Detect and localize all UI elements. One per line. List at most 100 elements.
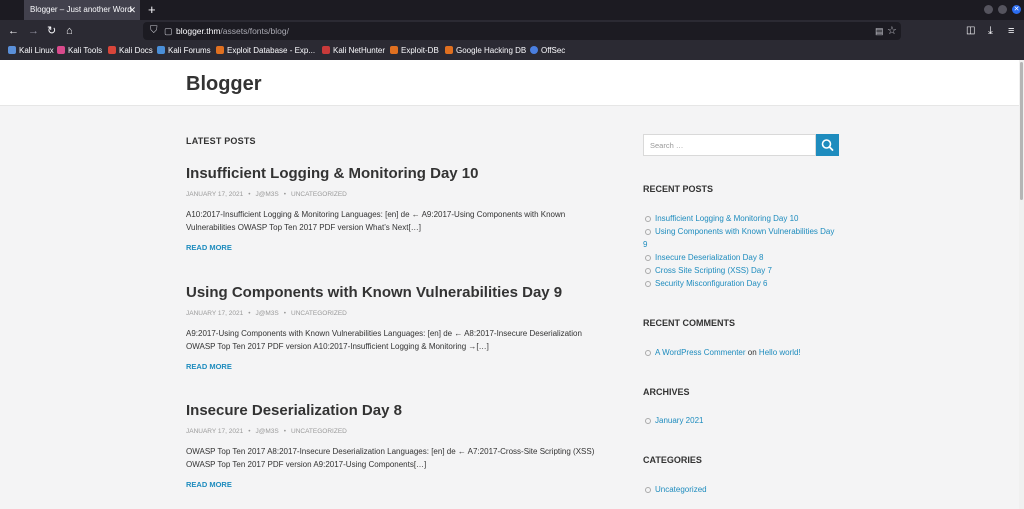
post-meta: JANUARY 17, 2021 • J@M3S • UNCATEGORIZED — [186, 191, 347, 198]
forward-arrow-icon[interactable]: → — [28, 23, 39, 39]
archives-title: ARCHIVES — [643, 387, 690, 397]
site-header: Blogger — [0, 60, 1024, 106]
new-tab-icon[interactable]: + — [148, 2, 156, 18]
post-category[interactable]: UNCATEGORIZED — [291, 428, 347, 435]
recent-post-link[interactable]: Cross Site Scripting (XSS) Day 7 — [643, 264, 839, 277]
recent-posts-title: RECENT POSTS — [643, 184, 714, 194]
back-arrow-icon[interactable]: ← — [8, 23, 19, 39]
bookmark-kali-linux[interactable]: Kali Linux — [8, 42, 54, 60]
comment-author-link[interactable]: A WordPress Commenter — [655, 348, 746, 357]
bookmark-kali-docs[interactable]: Kali Docs — [108, 42, 153, 60]
read-more-link[interactable]: READ MORE — [186, 479, 616, 491]
post-title[interactable]: Insufficient Logging & Monitoring Day 10 — [186, 164, 616, 184]
home-icon[interactable]: ⌂ — [66, 23, 73, 39]
recent-post-link[interactable]: Using Components with Known Vulnerabilit… — [643, 225, 839, 251]
post-date[interactable]: JANUARY 17, 2021 — [186, 428, 243, 435]
url-bar[interactable]: ⛉ ▢ blogger.thm/assets/fonts/blog/ ▤ ☆ — [143, 22, 901, 40]
url-path: /assets/fonts/blog/ — [220, 26, 289, 36]
bookmark-label: Kali NetHunter — [333, 46, 386, 55]
bookmark-label: OffSec — [541, 46, 566, 55]
bookmark-label: Kali Linux — [19, 46, 54, 55]
bookmark-exploit-database[interactable]: Exploit Database - Exp... — [216, 42, 315, 60]
category-link[interactable]: Uncategorized — [643, 483, 839, 496]
bookmark-kali-tools[interactable]: Kali Tools — [57, 42, 102, 60]
search-placeholder: Search … — [650, 141, 684, 150]
browser-tab-bar: Blogger – Just another Word ✕ + ✕ — [0, 0, 1024, 20]
archives-list: January 2021 — [643, 414, 839, 427]
post-author[interactable]: J@M3S — [256, 191, 279, 198]
comment-on-text: on — [747, 348, 757, 357]
ghdb-icon — [445, 46, 453, 54]
page-scrollbar[interactable] — [1019, 60, 1024, 509]
bookmark-label: Exploit Database - Exp... — [227, 46, 316, 55]
reload-icon[interactable]: ↻ — [47, 23, 56, 39]
post-date[interactable]: JANUARY 17, 2021 — [186, 310, 243, 317]
post-excerpt: A9:2017-Using Components with Known Vuln… — [186, 329, 582, 351]
kali-tools-icon — [57, 46, 65, 54]
page-info-icon[interactable]: ▢ — [164, 23, 173, 39]
post-title[interactable]: Using Components with Known Vulnerabilit… — [186, 283, 616, 303]
categories-list: Uncategorized — [643, 483, 839, 496]
bookmark-kali-forums[interactable]: Kali Forums — [157, 42, 211, 60]
bookmark-label: Kali Docs — [119, 46, 153, 55]
post-excerpt: OWASP Top Ten 2017 A8:2017-Insecure Dese… — [186, 447, 595, 469]
post-meta: JANUARY 17, 2021 • J@M3S • UNCATEGORIZED — [186, 310, 347, 317]
read-more-link[interactable]: READ MORE — [186, 361, 616, 373]
recent-post-link[interactable]: Security Misconfiguration Day 6 — [643, 277, 839, 290]
read-more-link[interactable]: READ MORE — [186, 242, 616, 254]
post-article: Insecure Deserialization Day 8 JANUARY 1… — [186, 401, 616, 491]
close-icon[interactable]: ✕ — [128, 0, 136, 20]
shield-icon[interactable]: ⛉ — [150, 23, 158, 39]
menu-icon[interactable]: ≡ — [1008, 23, 1014, 39]
categories-title: CATEGORIES — [643, 455, 702, 465]
bookmark-offsec[interactable]: OffSec — [530, 42, 565, 60]
kali-forums-icon — [157, 46, 165, 54]
bookmark-label: Exploit-DB — [401, 46, 439, 55]
post-title[interactable]: Insecure Deserialization Day 8 — [186, 401, 616, 421]
offsec-icon — [530, 46, 538, 54]
scrollbar-thumb[interactable] — [1020, 62, 1023, 200]
bookmark-google-hacking-db[interactable]: Google Hacking DB — [445, 42, 526, 60]
recent-comments-title: RECENT COMMENTS — [643, 318, 735, 328]
exploit-db-icon — [216, 46, 224, 54]
bookmark-exploit-db[interactable]: Exploit-DB — [390, 42, 439, 60]
maximize-icon[interactable] — [998, 5, 1007, 14]
browser-tab[interactable]: Blogger – Just another Word ✕ — [24, 0, 140, 20]
kali-docs-icon — [108, 46, 116, 54]
post-author[interactable]: J@M3S — [256, 428, 279, 435]
post-meta: JANUARY 17, 2021 • J@M3S • UNCATEGORIZED — [186, 428, 347, 435]
archive-link[interactable]: January 2021 — [643, 414, 839, 427]
bookmark-label: Google Hacking DB — [456, 46, 527, 55]
pocket-icon[interactable]: ◫ — [966, 23, 975, 39]
comment-post-link[interactable]: Hello world! — [759, 348, 801, 357]
bookmark-kali-nethunter[interactable]: Kali NetHunter — [322, 42, 385, 60]
site-title[interactable]: Blogger — [186, 71, 262, 97]
post-excerpt: A10:2017-Insufficient Logging & Monitori… — [186, 210, 566, 232]
search-icon — [821, 139, 834, 151]
url-text[interactable]: blogger.thm/assets/fonts/blog/ — [176, 22, 289, 40]
kali-icon — [8, 46, 16, 54]
exploit-db-icon — [390, 46, 398, 54]
post-category[interactable]: UNCATEGORIZED — [291, 310, 347, 317]
nethunter-icon — [322, 46, 330, 54]
recent-comments-list: A WordPress Commenter on Hello world! — [643, 346, 839, 359]
post-author[interactable]: J@M3S — [256, 310, 279, 317]
window-close-icon[interactable]: ✕ — [1012, 5, 1021, 14]
search-input[interactable]: Search … — [643, 134, 816, 156]
minimize-icon[interactable] — [984, 5, 993, 14]
bookmarks-toolbar: Kali Linux Kali Tools Kali Docs Kali For… — [0, 42, 1024, 60]
recent-post-link[interactable]: Insecure Deserialization Day 8 — [643, 251, 839, 264]
post-category[interactable]: UNCATEGORIZED — [291, 191, 347, 198]
search-button[interactable] — [816, 134, 839, 156]
url-host: blogger.thm — [176, 26, 221, 36]
recent-post-link[interactable]: Insufficient Logging & Monitoring Day 10 — [643, 212, 839, 225]
reader-view-icon[interactable]: ▤ — [875, 23, 884, 39]
post-article: Using Components with Known Vulnerabilit… — [186, 283, 616, 373]
recent-posts-list: Insufficient Logging & Monitoring Day 10… — [643, 212, 839, 290]
bookmark-star-icon[interactable]: ☆ — [887, 22, 897, 40]
post-article: Insufficient Logging & Monitoring Day 10… — [186, 164, 616, 254]
post-date[interactable]: JANUARY 17, 2021 — [186, 191, 243, 198]
bookmark-label: Kali Forums — [168, 46, 211, 55]
download-icon[interactable]: ⤓ — [988, 23, 993, 39]
tab-title: Blogger – Just another Word — [30, 5, 132, 14]
